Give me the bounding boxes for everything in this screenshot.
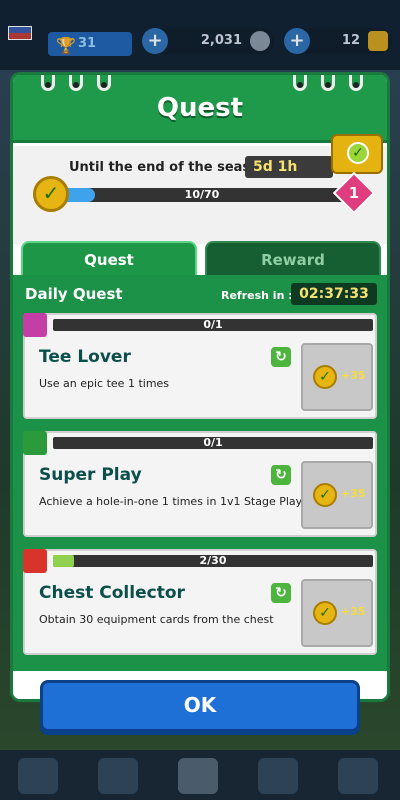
quest-card: 0/1 Super Play Achieve a hole-in-one 1 t… — [23, 431, 377, 537]
add-gems-button[interactable]: + — [284, 28, 310, 54]
claim-button[interactable]: ✓ +35 — [301, 579, 373, 647]
refresh-quest-button[interactable]: ↻ — [271, 347, 291, 367]
ok-button[interactable]: OK — [40, 680, 360, 732]
top-bar: 🏆 31 + 2,031 + 12 — [0, 0, 400, 70]
check-icon: ✓ — [313, 365, 337, 389]
claim-button[interactable]: ✓ +35 — [301, 343, 373, 411]
season-progress-bar: 10/70 — [53, 188, 351, 202]
check-icon: ✓ — [313, 483, 337, 507]
quest-progress-text: 2/30 — [199, 554, 227, 567]
quest-points-check-icon: ✓ — [33, 176, 69, 212]
nav-equipment-icon[interactable] — [98, 758, 138, 794]
modal-title: Quest — [156, 93, 244, 123]
nav-play-icon[interactable] — [178, 758, 218, 794]
daily-quest-title: Daily Quest — [25, 285, 123, 303]
quest-title: Tee Lover — [39, 347, 131, 367]
quest-card: 2/30 Chest Collector Obtain 30 equipment… — [23, 549, 377, 655]
binder-ring-icon — [69, 75, 83, 91]
tab-quest[interactable]: Quest — [21, 241, 197, 275]
quest-description: Use an epic tee 1 times — [39, 377, 170, 390]
chest-icon — [23, 549, 47, 573]
binder-ring-icon — [321, 75, 335, 91]
trophy-count: 31 — [78, 36, 97, 51]
refresh-quest-button[interactable]: ↻ — [271, 583, 291, 603]
coin-counter: + 2,031 — [142, 28, 274, 54]
refresh-label: Refresh in : — [221, 289, 293, 302]
refresh-quest-button[interactable]: ↻ — [271, 465, 291, 485]
quest-progress-bar: 2/30 — [53, 554, 373, 567]
gem-counter: + 12 — [284, 28, 392, 54]
quest-progress-bar: 0/1 — [53, 436, 373, 449]
quest-list: Daily Quest Refresh in : 02:37:33 0/1 Te… — [13, 275, 387, 671]
quest-progress-text: 0/1 — [203, 436, 223, 449]
claim-button[interactable]: ✓ +35 — [301, 461, 373, 529]
quest-modal: Quest Until the end of the season: 5d 1h… — [10, 72, 390, 702]
binder-ring-icon — [97, 75, 111, 91]
check-icon: ✓ — [347, 142, 369, 164]
quest-card: 0/1 Tee Lover Use an epic tee 1 times ↻ … — [23, 313, 377, 419]
quest-points: +35 — [341, 369, 366, 382]
quest-title: Super Play — [39, 465, 142, 485]
quest-points: +35 — [341, 605, 366, 618]
check-icon: ✓ — [313, 601, 337, 625]
gem-icon — [368, 31, 388, 51]
quest-progress-text: 0/1 — [203, 318, 223, 331]
coin-count: 2,031 — [200, 33, 242, 48]
coin-icon — [250, 31, 270, 51]
season-progress-area: Until the end of the season: 5d 1h ✓ 10/… — [13, 134, 387, 244]
quest-description: Achieve a hole-in-one 1 times in 1v1 Sta… — [39, 495, 303, 508]
binder-ring-icon — [41, 75, 55, 91]
season-progress-text: 10/70 — [184, 188, 220, 201]
trophy-counter: 🏆 31 — [48, 32, 132, 56]
quest-points: +35 — [341, 487, 366, 500]
modal-header: Quest — [13, 75, 387, 143]
refresh-timer: 02:37:33 — [291, 283, 377, 305]
nav-league-icon[interactable] — [338, 758, 378, 794]
season-label: Until the end of the season: — [69, 160, 274, 175]
quest-title: Chest Collector — [39, 583, 185, 603]
add-coins-button[interactable]: + — [142, 28, 168, 54]
bottom-nav — [0, 750, 400, 800]
binder-ring-icon — [293, 75, 307, 91]
level-gem-icon: 1 — [332, 171, 376, 215]
star-icon — [23, 431, 47, 455]
tee-icon — [23, 313, 47, 337]
quest-description: Obtain 30 equipment cards from the chest — [39, 613, 274, 626]
trophy-icon: 🏆 — [56, 36, 76, 55]
gem-count: 12 — [341, 33, 360, 48]
tab-bar: Quest Reward — [13, 241, 387, 275]
season-time: 5d 1h — [245, 156, 333, 178]
country-flag-icon — [8, 26, 32, 40]
reward-chest-icon[interactable]: ✓ — [331, 134, 383, 174]
nav-shop-icon[interactable] — [258, 758, 298, 794]
binder-ring-icon — [349, 75, 363, 91]
tab-reward[interactable]: Reward — [205, 241, 381, 275]
level-number: 1 — [348, 184, 360, 202]
quest-progress-bar: 0/1 — [53, 318, 373, 331]
nav-profile-icon[interactable] — [18, 758, 58, 794]
